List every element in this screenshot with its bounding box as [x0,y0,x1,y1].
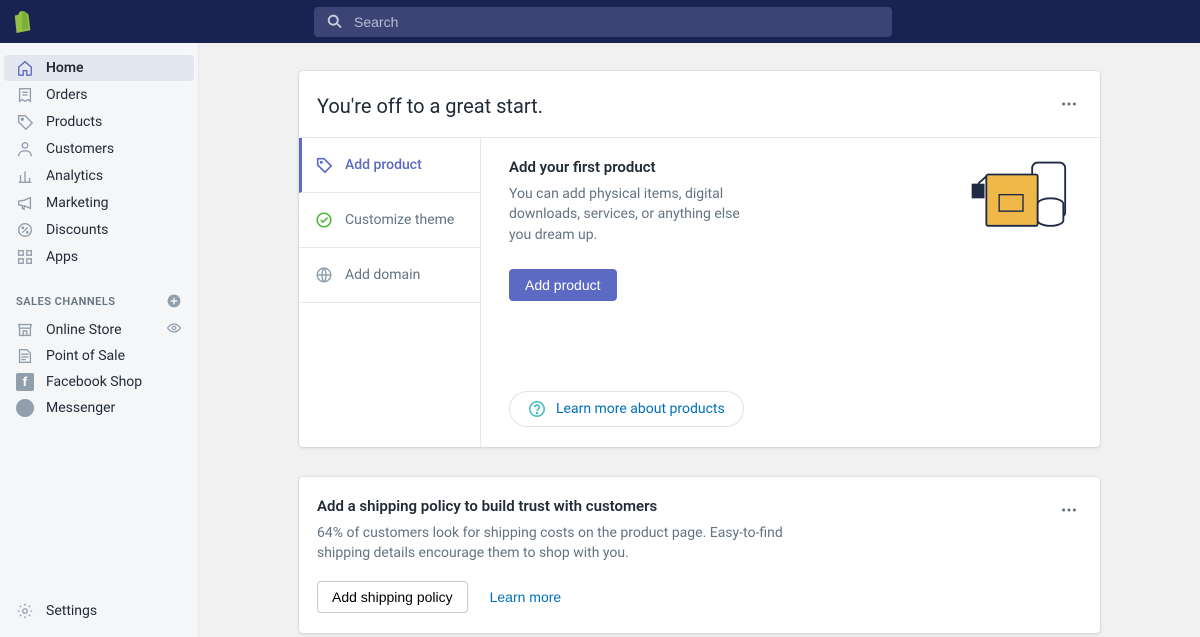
add-channel-icon[interactable] [166,293,182,309]
topbar-account-area[interactable] [1038,7,1188,37]
apps-icon [16,248,34,266]
main-content: You're off to a great start. Add product… [199,43,1200,637]
discount-icon [16,221,34,239]
top-bar [0,0,1200,43]
nav-home[interactable]: Home [4,55,194,81]
channel-messenger-label: Messenger [46,400,115,416]
check-circle-icon [315,211,333,229]
shipping-card-more-button[interactable] [1056,497,1082,527]
channel-pos-label: Point of Sale [46,348,125,364]
sidebar: Home Orders Products Customers Analytics… [0,43,199,637]
nav-settings-label: Settings [46,603,97,619]
nav-customers-label: Customers [46,141,114,157]
topbar-store-name[interactable] [44,8,202,36]
add-shipping-policy-button[interactable]: Add shipping policy [317,581,468,613]
nav-marketing-label: Marketing [46,195,109,211]
gear-icon [16,602,34,620]
search-icon [326,13,344,31]
shipping-card-title: Add a shipping policy to build trust wit… [317,497,1056,515]
nav-orders[interactable]: Orders [4,82,194,108]
more-horizontal-icon [1060,501,1078,519]
nav-orders-label: Orders [46,87,88,103]
step-detail-heading: Add your first product [509,158,948,176]
setup-card: You're off to a great start. Add product… [299,71,1100,447]
nav-apps[interactable]: Apps [4,244,194,270]
shipping-card-body: 64% of customers look for shipping costs… [317,523,837,564]
step-customize-theme[interactable]: Customize theme [299,193,480,248]
view-store-icon[interactable] [166,320,182,340]
step-add-domain-label: Add domain [345,267,420,283]
channel-online-store[interactable]: Online Store [4,317,194,343]
step-detail-panel: Add your first product You can add physi… [481,138,1100,447]
step-add-domain[interactable]: Add domain [299,248,480,303]
orders-icon [16,86,34,104]
step-add-product[interactable]: Add product [299,138,480,193]
learn-more-products-link[interactable]: Learn more about products [509,391,744,427]
home-icon [16,59,34,77]
tag-icon [16,113,34,131]
setup-steps-list: Add product Customize theme Add domain [299,138,481,447]
nav-marketing[interactable]: Marketing [4,190,194,216]
channel-pos[interactable]: Point of Sale [4,343,194,369]
step-add-product-label: Add product [345,157,422,173]
search-input[interactable] [354,14,880,30]
sales-channels-label: SALES CHANNELS [16,295,116,308]
tag-icon [315,156,333,174]
store-icon [16,321,34,339]
messenger-icon [16,399,34,417]
more-horizontal-icon [1060,95,1078,113]
add-product-button[interactable]: Add product [509,269,617,301]
nav-discounts[interactable]: Discounts [4,217,194,243]
analytics-icon [16,167,34,185]
customers-icon [16,140,34,158]
channel-facebook-label: Facebook Shop [46,374,142,390]
shopify-logo-icon [12,10,34,34]
globe-icon [315,266,333,284]
product-illustration [968,158,1078,238]
nav-analytics-label: Analytics [46,168,103,184]
channel-online-store-label: Online Store [46,322,122,338]
setup-card-more-button[interactable] [1056,91,1082,121]
nav-analytics[interactable]: Analytics [4,163,194,189]
nav-products[interactable]: Products [4,109,194,135]
megaphone-icon [16,194,34,212]
nav-discounts-label: Discounts [46,222,108,238]
nav-settings[interactable]: Settings [4,597,194,625]
pos-icon [16,347,34,365]
nav-apps-label: Apps [46,249,78,265]
search-field[interactable] [314,7,892,37]
step-detail-body: You can add physical items, digital down… [509,184,749,245]
channel-messenger[interactable]: Messenger [4,395,194,421]
shipping-policy-card: Add a shipping policy to build trust wit… [299,477,1100,634]
setup-card-title: You're off to a great start. [317,94,543,118]
nav-customers[interactable]: Customers [4,136,194,162]
shipping-learn-more-link[interactable]: Learn more [490,589,562,605]
nav-home-label: Home [46,60,84,76]
facebook-icon: f [16,373,34,391]
nav-products-label: Products [46,114,102,130]
step-customize-theme-label: Customize theme [345,212,454,228]
learn-more-products-label: Learn more about products [556,401,725,417]
help-circle-icon [528,400,546,418]
sales-channels-header: SALES CHANNELS [0,293,198,309]
channel-facebook[interactable]: f Facebook Shop [4,369,194,395]
